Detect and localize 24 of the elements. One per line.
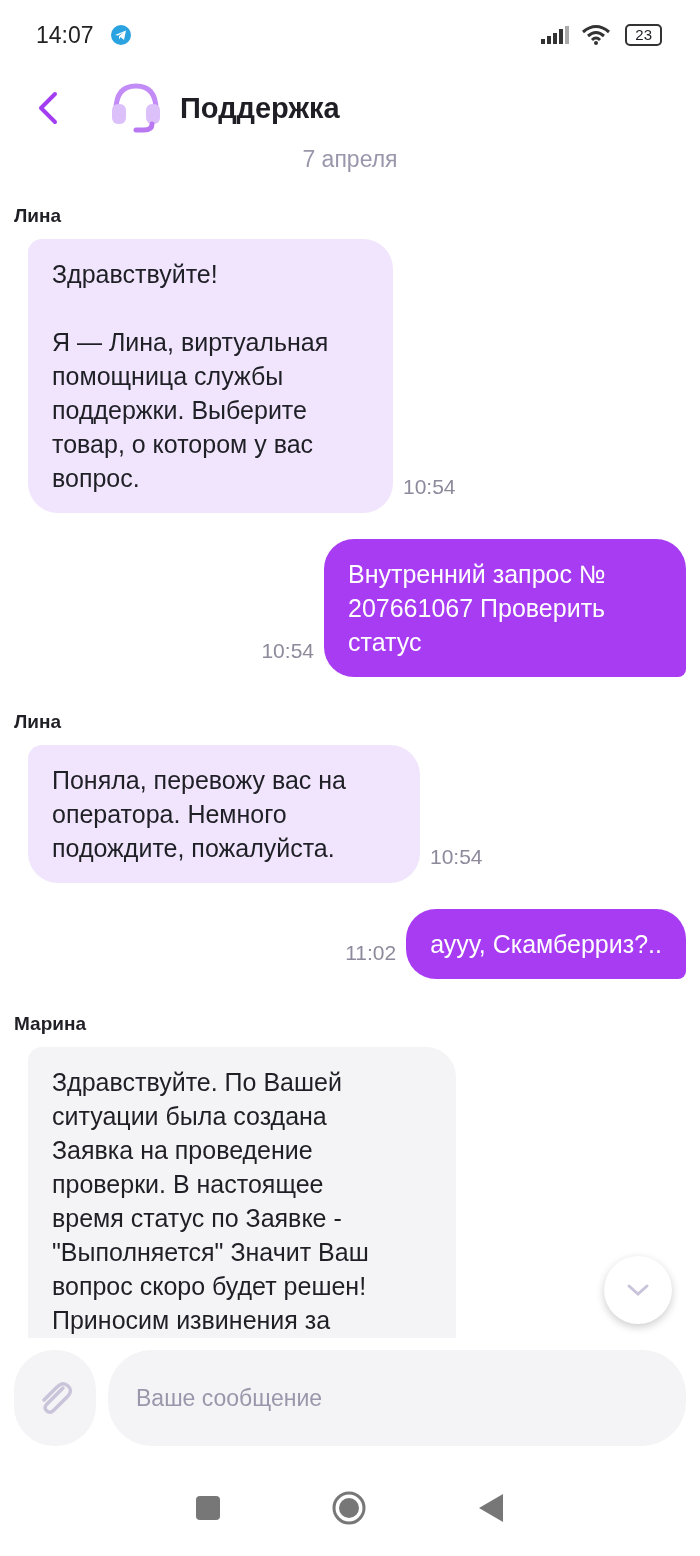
sender-name: Лина — [14, 711, 63, 733]
message-time: 10:54 — [261, 639, 314, 663]
paper-plane-icon — [109, 24, 132, 46]
home-button[interactable] — [331, 1490, 367, 1526]
message-bubble: Здравствуйте! Я — Лина, виртуальная помощница службы поддержки. Выберите товар, о котором у вас вопрос. — [28, 239, 393, 513]
wifi-icon — [581, 24, 612, 46]
message-input[interactable]: Ваше сообщение — [108, 1350, 686, 1446]
message-bubble: Здравствуйте. По Вашей ситуации была создана Заявка на проведение проверки. В настоящее время статус по Заявке - "Выполняется" Значит Ваш вопрос скоро будет решен! Приносим извинения за — [28, 1047, 456, 1338]
signal-icon — [541, 25, 572, 45]
status-time: 14:07 — [36, 21, 94, 49]
date-separator: 7 апреля — [301, 146, 399, 173]
recent-apps-button[interactable] — [195, 1495, 221, 1521]
battery-indicator: 23 — [625, 24, 662, 46]
message-bubble: Внутренний запрос № 207661067 Проверить статус — [324, 539, 686, 677]
message-time: 11:02 — [345, 941, 397, 965]
chat-title: Поддержка — [180, 91, 340, 125]
message-bubble: Поняла, перевожу вас на оператора. Немного подождите, пожалуйста. — [28, 745, 420, 883]
sender-name: Лина — [14, 205, 63, 227]
message-time: 10:54 — [403, 475, 456, 499]
back-nav-button[interactable] — [477, 1492, 505, 1524]
chevron-down-icon — [625, 1282, 651, 1298]
message-time: 10:54 — [430, 845, 483, 869]
sender-name: Марина — [14, 1013, 87, 1035]
message-bubble: аууу, Скамберриз?.. — [406, 909, 686, 979]
